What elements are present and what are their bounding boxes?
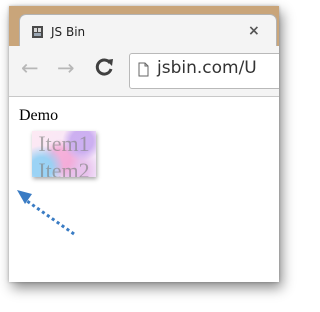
- page-content: Demo Item1 Item2: [9, 97, 279, 282]
- jsbin-favicon-icon: [32, 26, 43, 38]
- browser-toolbar: ← → jsbin.com/U: [9, 46, 279, 97]
- forward-arrow-icon[interactable]: →: [57, 56, 75, 80]
- ghost-item-1: Item1: [38, 131, 90, 156]
- back-arrow-icon[interactable]: ←: [21, 56, 39, 80]
- drag-preview-image[interactable]: Item1 Item2: [32, 131, 96, 177]
- tab-jsbin[interactable]: JS Bin ×: [19, 14, 277, 48]
- page-title: Demo: [19, 107, 59, 124]
- tab-title: JS Bin: [51, 25, 86, 39]
- ghost-item-2: Item2: [38, 158, 90, 178]
- reload-icon[interactable]: [93, 56, 115, 78]
- browser-window: JS Bin × ← → jsbin.com/U Demo Item1 Item…: [9, 6, 279, 282]
- address-bar[interactable]: jsbin.com/U: [129, 53, 279, 89]
- close-tab-icon[interactable]: ×: [248, 23, 260, 39]
- tab-strip: JS Bin ×: [9, 6, 279, 48]
- url-text[interactable]: jsbin.com/U: [157, 58, 257, 78]
- page-icon: [138, 62, 149, 77]
